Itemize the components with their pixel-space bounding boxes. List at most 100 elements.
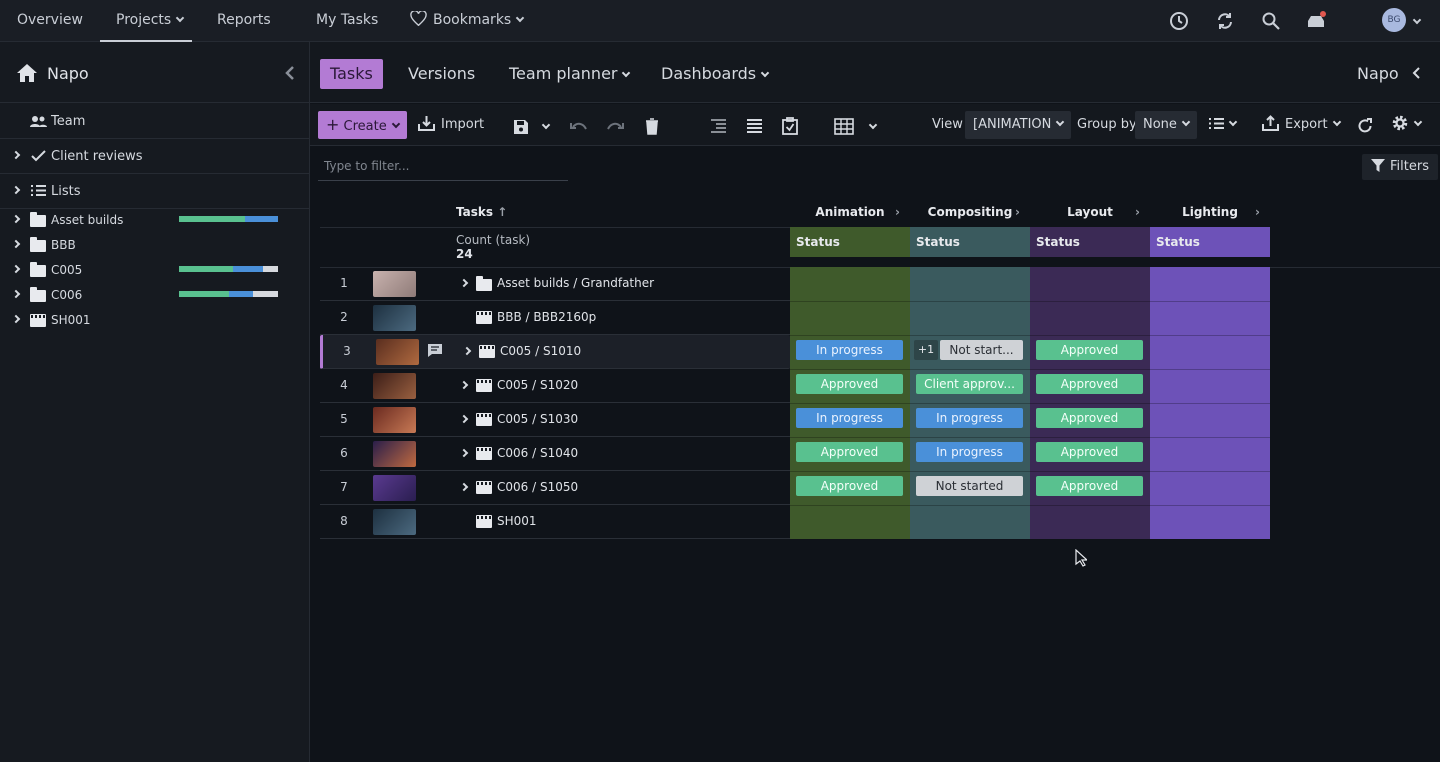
status-pill[interactable]: Approved (1036, 374, 1143, 394)
save-icon[interactable] (513, 119, 529, 135)
sidebar-project-title[interactable]: Napo (47, 64, 89, 83)
avatar[interactable]: BG (1382, 8, 1406, 32)
undo-icon[interactable] (570, 121, 588, 133)
status-pill[interactable]: In progress (796, 340, 903, 360)
search-icon[interactable] (1261, 11, 1281, 31)
status-header-layout[interactable]: Status (1030, 227, 1150, 257)
nav-projects[interactable]: Projects (100, 0, 192, 42)
tree-item-c006[interactable]: C006 (0, 283, 309, 308)
tab-team-planner[interactable]: Team planner (509, 59, 631, 89)
indent-icon[interactable] (710, 119, 726, 134)
nav-reports[interactable]: Reports (217, 0, 271, 42)
refresh-icon[interactable] (1357, 118, 1373, 134)
filter-input[interactable]: Type to filter... (318, 157, 568, 181)
status-pill[interactable]: In progress (916, 408, 1023, 428)
chevron-right-icon[interactable] (11, 185, 21, 195)
extra-count-badge[interactable]: +1 (914, 340, 938, 360)
sync-icon[interactable] (1215, 11, 1235, 31)
import-button[interactable]: Import (418, 111, 484, 139)
tasks-column-header[interactable]: Tasks ↑ (456, 205, 507, 219)
status-header-lighting[interactable]: Status (1150, 227, 1270, 257)
chevron-right-icon[interactable] (459, 380, 469, 390)
chevron-right-icon[interactable] (459, 278, 469, 288)
status-pill[interactable]: In progress (796, 408, 903, 428)
table-row[interactable]: 2 BBB / BBB2160p (320, 301, 790, 335)
sidebar-item-team[interactable]: Team (0, 104, 309, 139)
status-pill[interactable]: In progress (916, 442, 1023, 462)
status-pill[interactable]: Not start... (940, 340, 1023, 360)
row-label[interactable]: C005 / S1030 (497, 403, 578, 436)
status-pill[interactable]: Approved (1036, 476, 1143, 496)
status-pill[interactable]: Approved (796, 374, 903, 394)
column-header-layout[interactable]: Layout › (1030, 205, 1150, 219)
groupby-select[interactable]: None (1135, 111, 1197, 139)
tab-tasks[interactable]: Tasks (320, 59, 383, 89)
row-label[interactable]: Asset builds / Grandfather (497, 267, 654, 300)
chevron-right-icon[interactable] (11, 239, 21, 249)
table-row[interactable]: 1 Asset builds / Grandfather (320, 267, 790, 301)
list-options-button[interactable] (1208, 111, 1238, 139)
status-pill[interactable]: Approved (1036, 442, 1143, 462)
nav-overview[interactable]: Overview (17, 0, 83, 42)
chevron-down-icon[interactable] (541, 120, 551, 130)
chevron-right-icon[interactable] (459, 414, 469, 424)
table-row[interactable]: 6 C006 / S1040 (320, 437, 790, 471)
chevron-down-icon[interactable] (1412, 15, 1422, 25)
filters-button[interactable]: Filters (1362, 154, 1438, 180)
tree-item-sh001[interactable]: SH001 (0, 308, 309, 333)
chevron-right-icon[interactable] (11, 264, 21, 274)
status-pill[interactable]: Client approv... (916, 374, 1023, 394)
tree-item-c005[interactable]: C005 (0, 258, 309, 283)
tab-versions[interactable]: Versions (408, 59, 475, 89)
clock-icon[interactable] (1169, 11, 1189, 31)
row-label[interactable]: BBB / BBB2160p (497, 301, 596, 334)
collapse-sidebar-icon[interactable] (285, 66, 295, 80)
nav-my-tasks[interactable]: My Tasks (316, 0, 378, 42)
sidebar-item-client-reviews[interactable]: Client reviews (0, 139, 309, 174)
status-pill[interactable]: Approved (796, 442, 903, 462)
sidebar-item-lists[interactable]: Lists (0, 174, 309, 209)
settings-button[interactable] (1391, 111, 1423, 139)
comment-icon[interactable] (427, 343, 443, 358)
row-label[interactable]: C005 / S1020 (497, 369, 578, 402)
chevron-right-icon[interactable] (11, 150, 21, 160)
nav-bookmarks[interactable]: Bookmarks (410, 0, 525, 42)
status-pill[interactable]: Approved (1036, 408, 1143, 428)
checklist-icon[interactable] (782, 117, 798, 135)
grid-icon[interactable] (834, 118, 854, 135)
column-header-lighting[interactable]: Lighting › (1150, 205, 1270, 219)
view-select[interactable]: [ANIMATION (965, 111, 1072, 139)
chevron-right-icon[interactable] (11, 314, 21, 324)
row-label[interactable]: C006 / S1040 (497, 437, 578, 470)
tree-item-bbb[interactable]: BBB (0, 233, 309, 258)
tab-dashboards[interactable]: Dashboards (661, 59, 770, 89)
table-row[interactable]: 7 C006 / S1050 (320, 471, 790, 505)
create-button[interactable]: + Create (318, 111, 407, 139)
trash-icon[interactable] (645, 118, 659, 135)
export-button[interactable]: Export (1262, 111, 1341, 139)
redo-icon[interactable] (606, 121, 624, 133)
row-label[interactable]: C005 / S1010 (500, 335, 581, 368)
row-label[interactable]: C006 / S1050 (497, 471, 578, 504)
chevron-right-icon[interactable] (11, 214, 21, 224)
align-icon[interactable] (746, 119, 762, 134)
table-row[interactable]: 8 SH001 (320, 505, 790, 539)
status-pill[interactable]: Approved (796, 476, 903, 496)
status-header-animation[interactable]: Status (790, 227, 910, 257)
inbox-icon[interactable] (1306, 11, 1326, 31)
chevron-right-icon[interactable] (459, 448, 469, 458)
chevron-right-icon[interactable] (462, 346, 472, 356)
chevron-right-icon[interactable] (11, 289, 21, 299)
row-label[interactable]: SH001 (497, 505, 537, 538)
column-header-animation[interactable]: Animation › (790, 205, 910, 219)
tree-item-asset-builds[interactable]: Asset builds (0, 208, 309, 233)
column-header-compositing[interactable]: Compositing › (910, 205, 1030, 219)
home-icon[interactable] (16, 63, 38, 83)
status-pill[interactable]: Approved (1036, 340, 1143, 360)
status-header-compositing[interactable]: Status (910, 227, 1030, 257)
table-row[interactable]: 5 C005 / S1030 (320, 403, 790, 437)
chevron-right-icon[interactable] (459, 482, 469, 492)
project-switcher[interactable]: Napo (1357, 59, 1420, 89)
chevron-down-icon[interactable] (868, 120, 878, 130)
table-row[interactable]: 4 C005 / S1020 (320, 369, 790, 403)
